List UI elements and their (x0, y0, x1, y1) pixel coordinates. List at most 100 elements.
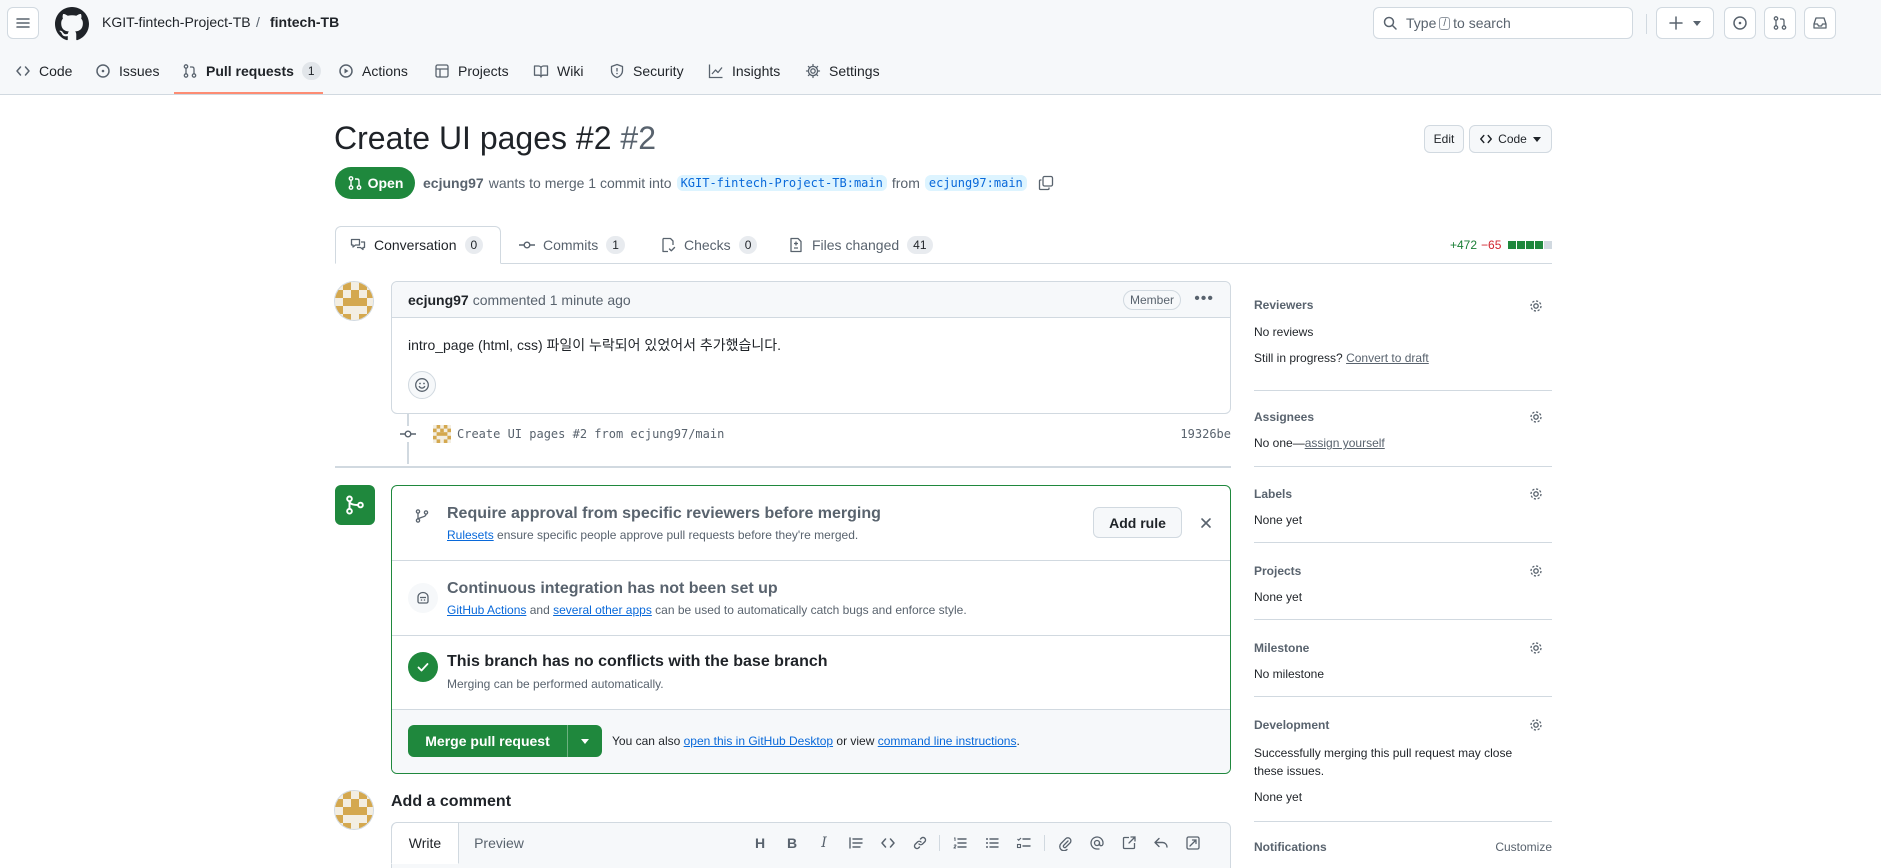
menu-button[interactable] (7, 7, 39, 39)
merge-status-icon (335, 485, 375, 525)
head-branch[interactable]: ecjung97:main (924, 175, 1027, 191)
code-dropdown-button[interactable]: Code (1469, 125, 1552, 153)
tab-projects[interactable]: Projects (434, 58, 509, 84)
breadcrumb-repo[interactable]: fintech-TB (270, 14, 339, 30)
current-user-avatar[interactable] (334, 790, 374, 830)
comment-author[interactable]: ecjung97 (408, 292, 469, 308)
sidebar-notifications: Notifications Customize (1254, 840, 1552, 860)
inbox-button[interactable] (1804, 7, 1836, 39)
tab-files-changed[interactable]: Files changed 41 (774, 226, 947, 264)
files-changed-count: 41 (907, 236, 933, 254)
other-apps-link[interactable]: several other apps (553, 603, 652, 617)
tab-settings[interactable]: Settings (805, 58, 880, 84)
add-rule-button[interactable]: Add rule (1093, 507, 1182, 538)
merge-pull-request-button[interactable]: Merge pull request (408, 725, 602, 757)
code-icon[interactable] (878, 833, 898, 853)
development-value: None yet (1254, 790, 1303, 804)
assign-yourself-link[interactable]: assign yourself (1305, 436, 1385, 450)
rulesets-link[interactable]: Rulesets (447, 528, 494, 542)
comment-body: intro_page (html, css) 파일이 누락되어 있었어서 추가했… (408, 337, 782, 353)
tab-wiki-label: Wiki (557, 63, 584, 79)
base-branch[interactable]: KGIT-fintech-Project-TB:main (676, 175, 887, 191)
tab-conversation-label: Conversation (374, 237, 457, 253)
app-header: KGIT-fintech-Project-TB / fintech-TB Typ… (0, 0, 1881, 95)
preview-tab[interactable]: Preview (459, 823, 539, 863)
add-reaction-button[interactable] (408, 371, 436, 399)
heading-icon[interactable]: H (750, 833, 770, 853)
github-logo-icon[interactable] (55, 7, 89, 41)
comment-options-icon[interactable]: ••• (1194, 290, 1214, 308)
development-title[interactable]: Development (1254, 718, 1329, 732)
reply-icon[interactable] (1151, 833, 1171, 853)
avatar[interactable] (334, 281, 374, 321)
ci-text: can be used to automatically catch bugs … (655, 603, 967, 617)
reviewers-title[interactable]: Reviewers (1254, 298, 1313, 312)
tab-wiki[interactable]: Wiki (533, 58, 583, 84)
italic-icon[interactable]: I (814, 833, 834, 853)
milestone-title[interactable]: Milestone (1254, 641, 1309, 655)
triangle-down-icon (1693, 21, 1701, 26)
tab-commits[interactable]: Commits 1 (505, 226, 639, 264)
tab-code[interactable]: Code (15, 58, 72, 84)
commit-author-avatar[interactable] (433, 425, 451, 443)
page-title: Create UI pages #2 #2 (334, 120, 656, 157)
tab-insights[interactable]: Insights (708, 58, 780, 84)
mention-icon[interactable] (1087, 833, 1107, 853)
tab-actions[interactable]: Actions (338, 58, 408, 84)
pull-requests-button[interactable] (1764, 7, 1796, 39)
tab-security[interactable]: Security (609, 58, 684, 84)
write-tab[interactable]: Write (391, 823, 459, 864)
commit-sha-link[interactable]: 19326be (1180, 427, 1231, 441)
close-icon[interactable] (1198, 515, 1214, 531)
tab-checks[interactable]: Checks 0 (646, 226, 771, 264)
merge-method-dropdown[interactable] (568, 725, 602, 757)
reviewers-progress: Still in progress? Convert to draft (1254, 351, 1429, 365)
gear-icon (805, 63, 821, 79)
link-icon[interactable] (910, 833, 930, 853)
breadcrumb-owner[interactable]: KGIT-fintech-Project-TB (102, 14, 251, 30)
issue-icon (96, 64, 110, 78)
tab-conversation[interactable]: Conversation 0 (335, 226, 501, 264)
edit-button[interactable]: Edit (1424, 125, 1464, 153)
github-actions-link[interactable]: GitHub Actions (447, 603, 526, 617)
header-divider (1646, 14, 1647, 34)
pr-title-text: Create UI pages #2 (334, 120, 612, 156)
paperclip-icon[interactable] (1055, 833, 1075, 853)
diffstat-bar (1508, 241, 1553, 249)
sidebar-reviewers: Reviewers No reviews Still in progress? … (1254, 290, 1552, 391)
cross-reference-icon[interactable] (1119, 833, 1139, 853)
projects-title[interactable]: Projects (1254, 564, 1301, 578)
labels-value: None yet (1254, 513, 1303, 527)
merge-button-main[interactable]: Merge pull request (408, 725, 568, 757)
gear-icon[interactable] (1528, 640, 1544, 656)
ordered-list-icon[interactable] (950, 833, 970, 853)
gear-icon[interactable] (1528, 563, 1544, 579)
bold-icon[interactable]: B (782, 833, 802, 853)
tab-issues[interactable]: Issues (95, 58, 159, 84)
tab-pull-requests[interactable]: Pull requests 1 (182, 58, 321, 84)
labels-title[interactable]: Labels (1254, 487, 1292, 501)
customize-link[interactable]: Customize (1495, 840, 1552, 854)
search-input[interactable]: Type / to search (1373, 7, 1633, 39)
gear-icon[interactable] (1528, 298, 1544, 314)
assignees-title[interactable]: Assignees (1254, 410, 1314, 424)
convert-to-draft-link[interactable]: Convert to draft (1346, 351, 1429, 365)
search-icon (1383, 16, 1397, 30)
gear-icon[interactable] (1528, 409, 1544, 425)
command-line-link[interactable]: command line instructions (878, 734, 1017, 748)
task-list-icon[interactable] (1014, 833, 1034, 853)
issues-button[interactable] (1724, 7, 1756, 39)
unordered-list-icon[interactable] (982, 833, 1002, 853)
github-desktop-link[interactable]: open this in GitHub Desktop (684, 734, 833, 748)
copy-icon[interactable] (1038, 175, 1054, 191)
merge-box: Require approval from specific reviewers… (391, 485, 1231, 774)
comment-timestamp[interactable]: commented 1 minute ago (473, 292, 631, 308)
create-new-button[interactable] (1656, 7, 1714, 39)
fullscreen-icon[interactable] (1183, 833, 1203, 853)
commit-message-link[interactable]: Create UI pages #2 from ecjung97/main (457, 427, 724, 441)
gear-icon[interactable] (1528, 717, 1544, 733)
pr-author-link[interactable]: ecjung97 (423, 175, 484, 191)
gear-icon[interactable] (1528, 486, 1544, 502)
timeline-divider (335, 466, 1231, 468)
quote-icon[interactable] (846, 833, 866, 853)
